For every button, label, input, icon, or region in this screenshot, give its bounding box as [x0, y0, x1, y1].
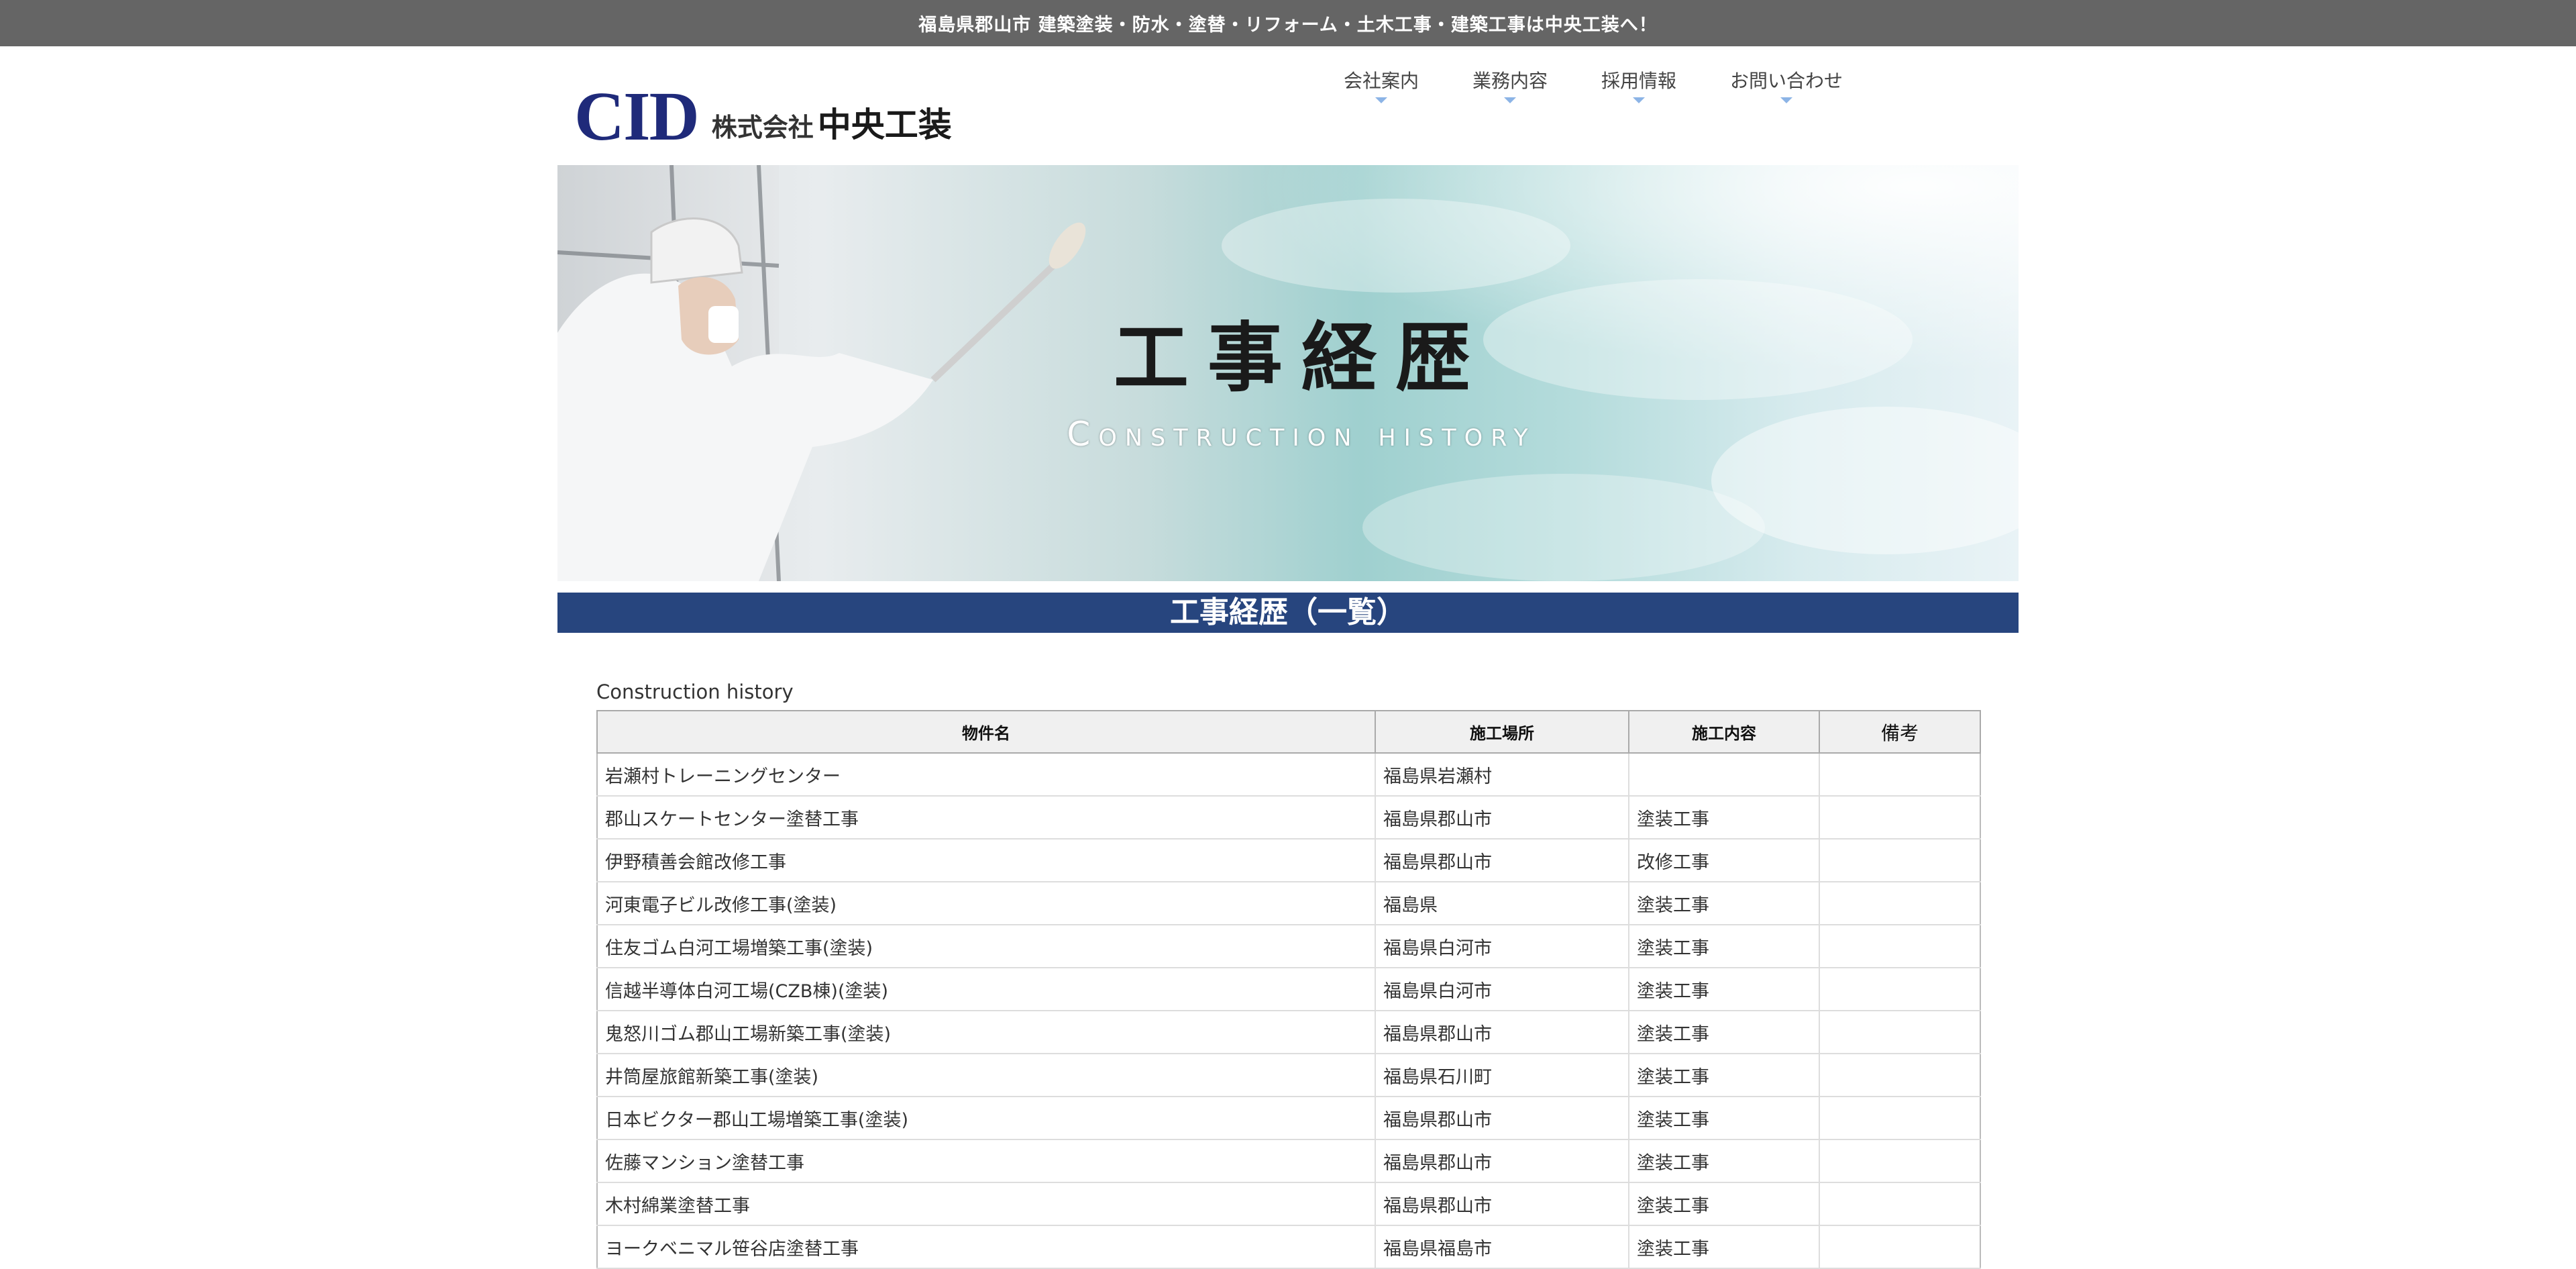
work-type: 塗装工事	[1628, 1225, 1820, 1269]
project-name: ヨークベニマル笹谷店塗替工事	[596, 1225, 1376, 1269]
location: 福島県石川町	[1375, 1053, 1629, 1097]
table-row: 岩瀬村トレーニングセンター 福島県岩瀬村	[596, 752, 1981, 797]
project-name: 鬼怒川ゴム郡山工場新築工事(塗装)	[596, 1010, 1376, 1054]
nav-item-label: お問い合わせ	[1730, 70, 1843, 92]
table-row: 佐藤マンション塗替工事 福島県郡山市 塗装工事	[596, 1139, 1981, 1183]
location: 福島県郡山市	[1375, 1010, 1629, 1054]
notes	[1819, 1010, 1981, 1054]
notes	[1819, 1225, 1981, 1269]
table-row: 住友ゴム白河工場増築工事(塗装) 福島県白河市 塗装工事	[596, 924, 1981, 968]
location: 福島県郡山市	[1375, 795, 1629, 840]
location: 福島県白河市	[1375, 924, 1629, 968]
project-name: 河東電子ビル改修工事(塗装)	[596, 881, 1376, 925]
work-type	[1628, 752, 1820, 797]
location: 福島県郡山市	[1375, 1139, 1629, 1183]
project-name: 井筒屋旅館新築工事(塗装)	[596, 1053, 1376, 1097]
table-row: ヨークベニマル笹谷店塗替工事 福島県福島市 塗装工事	[596, 1225, 1981, 1269]
location: 福島県郡山市	[1375, 838, 1629, 882]
work-type: 塗装工事	[1628, 1053, 1820, 1097]
project-name: 住友ゴム白河工場増築工事(塗装)	[596, 924, 1376, 968]
site-header: CID 株式会社 中央工装 会社案内 業務内容 採用情報 お問い合わせ	[557, 46, 2020, 165]
project-name: 郡山スケートセンター塗替工事	[596, 795, 1376, 840]
nav-item-label: 会社案内	[1344, 70, 1419, 92]
hero-title-en: Construction history	[1067, 415, 1536, 454]
location: 福島県	[1375, 881, 1629, 925]
project-name: 信越半導体白河工場(CZB棟)(塗装)	[596, 967, 1376, 1011]
column-header-project: 物件名	[596, 710, 1376, 754]
table-row: 信越半導体白河工場(CZB棟)(塗装) 福島県白河市 塗装工事	[596, 967, 1981, 1011]
notes	[1819, 795, 1981, 840]
location: 福島県岩瀬村	[1375, 752, 1629, 797]
notes	[1819, 1182, 1981, 1226]
chevron-down-icon	[1504, 97, 1516, 103]
section-title: 工事経歴（一覧）	[1170, 595, 1406, 629]
table-row: 郡山スケートセンター塗替工事 福島県郡山市 塗装工事	[596, 795, 1981, 840]
table-caption: Construction history	[596, 680, 794, 703]
nav-item-services[interactable]: 業務内容	[1472, 66, 1548, 103]
chevron-down-icon	[1633, 97, 1645, 103]
hero-title: 工事経歴 Construction history	[557, 314, 2019, 454]
main-nav: 会社案内 業務内容 採用情報 お問い合わせ	[557, 66, 2020, 107]
work-type: 塗装工事	[1628, 1182, 1820, 1226]
table-row: 井筒屋旅館新築工事(塗装) 福島県石川町 塗装工事	[596, 1053, 1981, 1097]
table-row: 鬼怒川ゴム郡山工場新築工事(塗装) 福島県郡山市 塗装工事	[596, 1010, 1981, 1054]
location: 福島県福島市	[1375, 1225, 1629, 1269]
project-name: 伊野積善会館改修工事	[596, 838, 1376, 882]
work-type: 塗装工事	[1628, 1010, 1820, 1054]
site-tagline-bar: 福島県郡山市 建築塗装・防水・塗替・リフォーム・土木工事・建築工事は中央工装へ！	[0, 0, 2576, 46]
chevron-down-icon	[1780, 97, 1792, 103]
work-type: 塗装工事	[1628, 1139, 1820, 1183]
work-type: 塗装工事	[1628, 924, 1820, 968]
logo-kabushikigaisha: 株式会社	[711, 113, 814, 142]
hero-banner: 工事経歴 Construction history	[557, 165, 2019, 581]
notes	[1819, 838, 1981, 882]
table-header-row: 物件名 施工場所 施工内容 備考	[596, 710, 1981, 754]
nav-item-recruit[interactable]: 採用情報	[1601, 66, 1676, 103]
notes	[1819, 967, 1981, 1011]
work-type: 塗装工事	[1628, 795, 1820, 840]
construction-history-table: 物件名 施工場所 施工内容 備考 岩瀬村トレーニングセンター 福島県岩瀬村 郡山…	[596, 710, 1981, 1269]
notes	[1819, 881, 1981, 925]
work-type: 改修工事	[1628, 838, 1820, 882]
site-tagline: 福島県郡山市 建築塗装・防水・塗替・リフォーム・土木工事・建築工事は中央工装へ！	[918, 15, 1658, 36]
notes	[1819, 1053, 1981, 1097]
work-type: 塗装工事	[1628, 881, 1820, 925]
table-row: 河東電子ビル改修工事(塗装) 福島県 塗装工事	[596, 881, 1981, 925]
nav-item-contact[interactable]: お問い合わせ	[1730, 66, 1843, 103]
nav-item-company[interactable]: 会社案内	[1344, 66, 1419, 103]
project-name: 岩瀬村トレーニングセンター	[596, 752, 1376, 797]
column-header-work-type: 施工内容	[1628, 710, 1820, 754]
notes	[1819, 1139, 1981, 1183]
section-title-bar: 工事経歴（一覧）	[557, 593, 2019, 633]
chevron-down-icon	[1375, 97, 1387, 103]
notes	[1819, 752, 1981, 797]
column-header-notes: 備考	[1819, 710, 1981, 754]
table-row: 日本ビクター郡山工場増築工事(塗装) 福島県郡山市 塗装工事	[596, 1096, 1981, 1140]
project-name: 佐藤マンション塗替工事	[596, 1139, 1376, 1183]
nav-item-label: 採用情報	[1601, 70, 1677, 92]
location: 福島県郡山市	[1375, 1096, 1629, 1140]
project-name: 木村綿業塗替工事	[596, 1182, 1376, 1226]
nav-item-label: 業務内容	[1472, 70, 1548, 92]
column-header-location: 施工場所	[1375, 710, 1629, 754]
work-type: 塗装工事	[1628, 1096, 1820, 1140]
location: 福島県白河市	[1375, 967, 1629, 1011]
table-row: 木村綿業塗替工事 福島県郡山市 塗装工事	[596, 1182, 1981, 1226]
notes	[1819, 924, 1981, 968]
project-name: 日本ビクター郡山工場増築工事(塗装)	[596, 1096, 1376, 1140]
hero-title-jp: 工事経歴	[1114, 314, 1489, 402]
location: 福島県郡山市	[1375, 1182, 1629, 1226]
table-row: 伊野積善会館改修工事 福島県郡山市 改修工事	[596, 838, 1981, 882]
notes	[1819, 1096, 1981, 1140]
work-type: 塗装工事	[1628, 967, 1820, 1011]
